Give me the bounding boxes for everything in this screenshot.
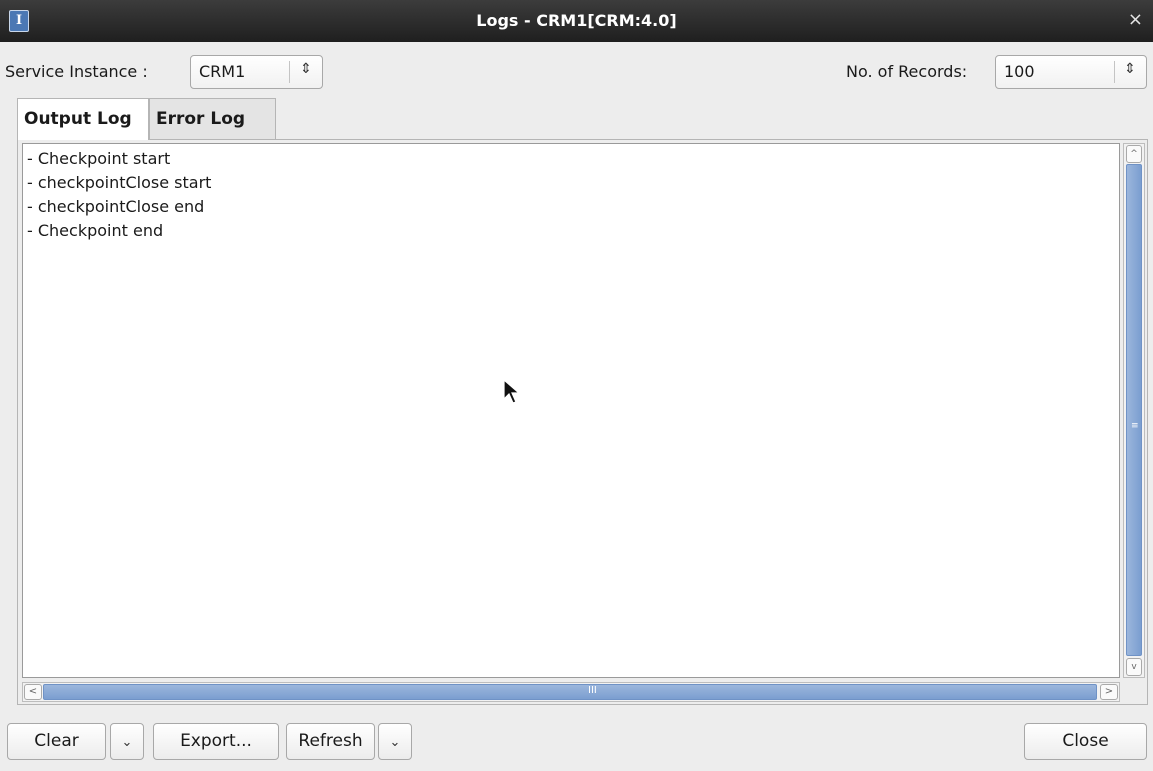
tab-output-log[interactable]: Output Log — [17, 98, 149, 140]
scroll-right-button[interactable]: > — [1100, 684, 1118, 700]
refresh-options-button[interactable]: ⌄ — [378, 723, 412, 760]
window-title: Logs - CRM1[CRM:4.0] — [476, 11, 677, 30]
tab-error-log[interactable]: Error Log — [149, 98, 276, 139]
spinner-updown-icon: ⇕ — [300, 61, 312, 77]
combo-divider — [289, 61, 290, 83]
export-button[interactable]: Export... — [153, 723, 279, 760]
chevron-down-icon: ⌄ — [121, 735, 133, 750]
grip-icon: III — [588, 685, 597, 696]
scroll-up-button[interactable]: ^ — [1126, 145, 1142, 163]
refresh-button[interactable]: Refresh — [286, 723, 375, 760]
combo-divider — [1114, 61, 1115, 83]
scroll-left-button[interactable]: < — [24, 684, 42, 700]
close-icon[interactable]: × — [1128, 9, 1143, 30]
log-line: - checkpointClose start — [27, 173, 212, 192]
vertical-scrollbar[interactable]: ^ ≡ v — [1123, 143, 1145, 678]
clear-button[interactable]: Clear — [7, 723, 106, 760]
spinner-updown-icon: ⇕ — [1124, 61, 1136, 77]
chevron-down-icon: ⌄ — [389, 735, 401, 750]
service-instance-label: Service Instance : — [5, 62, 148, 81]
close-button[interactable]: Close — [1024, 723, 1147, 760]
records-label: No. of Records: — [846, 62, 968, 81]
service-instance-select[interactable]: CRM1 ⇕ — [190, 55, 323, 89]
log-line: - Checkpoint start — [27, 149, 171, 168]
horizontal-scrollbar[interactable]: < III > — [22, 682, 1120, 702]
log-line: - Checkpoint end — [27, 221, 164, 240]
records-select[interactable]: 100 ⇕ — [995, 55, 1147, 89]
mouse-pointer-icon — [503, 379, 521, 404]
output-log-text[interactable]: - Checkpoint start - checkpointClose sta… — [22, 143, 1120, 678]
scroll-down-button[interactable]: v — [1126, 658, 1142, 676]
vertical-scroll-thumb[interactable]: ≡ — [1126, 164, 1142, 656]
log-line: - checkpointClose end — [27, 197, 205, 216]
grip-icon: ≡ — [1131, 421, 1139, 431]
records-value: 100 — [1004, 62, 1035, 81]
horizontal-scroll-thumb[interactable]: III — [43, 684, 1097, 700]
service-instance-value: CRM1 — [199, 62, 246, 81]
clear-options-button[interactable]: ⌄ — [110, 723, 144, 760]
title-bar: I Logs - CRM1[CRM:4.0] × — [0, 0, 1153, 42]
